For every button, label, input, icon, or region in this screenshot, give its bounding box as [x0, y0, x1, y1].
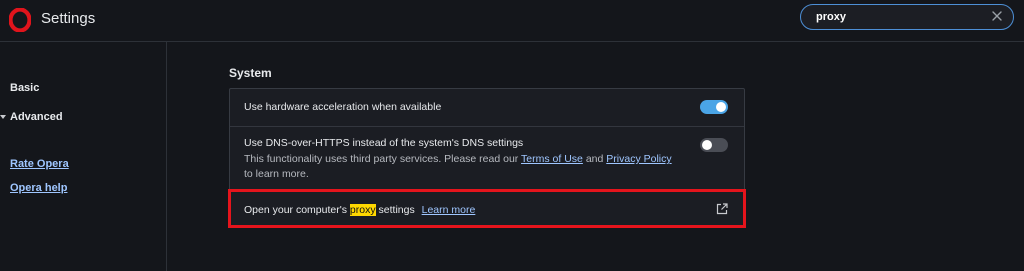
- search-input[interactable]: proxy: [816, 11, 846, 23]
- privacy-policy-link[interactable]: Privacy Policy: [606, 153, 671, 165]
- dns-over-https-description: This functionality uses third party serv…: [244, 152, 674, 182]
- proxy-settings-row[interactable]: Open your computer's proxy settings Lear…: [244, 204, 475, 216]
- sidebar: [0, 42, 167, 271]
- hardware-acceleration-toggle[interactable]: [700, 100, 728, 114]
- divider: [230, 126, 744, 127]
- sidebar-item-basic[interactable]: Basic: [10, 82, 39, 94]
- toggle-knob: [716, 102, 726, 112]
- hardware-acceleration-label: Use hardware acceleration when available: [244, 101, 442, 113]
- learn-more-link[interactable]: Learn more: [422, 204, 476, 216]
- dns-over-https-toggle[interactable]: [700, 138, 728, 152]
- system-settings-card: Use hardware acceleration when available…: [229, 88, 745, 226]
- opera-help-link[interactable]: Opera help: [10, 182, 67, 194]
- search-field[interactable]: proxy: [800, 4, 1014, 30]
- search-highlight: proxy: [349, 204, 376, 216]
- close-icon[interactable]: [990, 9, 1004, 23]
- section-title-system: System: [229, 66, 272, 80]
- proxy-label-before: Open your computer's: [244, 204, 347, 216]
- external-link-icon[interactable]: [716, 203, 728, 215]
- header: Settings proxy: [0, 0, 1024, 42]
- caret-down-icon: [0, 115, 6, 119]
- dns-desc-and: and: [585, 153, 604, 165]
- dns-desc-prefix: This functionality uses third party serv…: [244, 153, 519, 165]
- opera-logo-icon[interactable]: [9, 8, 31, 32]
- dns-over-https-label: Use DNS-over-HTTPS instead of the system…: [244, 137, 524, 149]
- dns-desc-suffix: to learn more.: [244, 168, 309, 180]
- divider: [230, 190, 744, 191]
- terms-of-use-link[interactable]: Terms of Use: [521, 153, 583, 165]
- rate-opera-link[interactable]: Rate Opera: [10, 158, 69, 170]
- proxy-label-after: settings: [378, 204, 415, 216]
- sidebar-item-advanced[interactable]: Advanced: [10, 111, 63, 123]
- page-title: Settings: [41, 10, 96, 27]
- toggle-knob: [702, 140, 712, 150]
